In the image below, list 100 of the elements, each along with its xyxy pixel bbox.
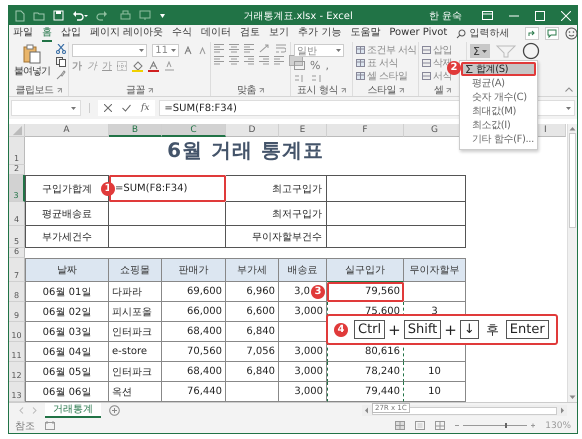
insert-function-button[interactable]: fx [141,103,150,113]
empty-cell[interactable] [109,226,226,248]
column-header[interactable]: B [109,124,162,137]
empty-cell[interactable] [327,226,466,248]
currency-icon[interactable] [294,61,305,70]
row-header[interactable]: 5 [9,226,25,248]
page-break-icon[interactable] [435,421,446,430]
search-field[interactable]: 입력하세 [456,28,516,39]
caret-icon[interactable] [159,12,166,18]
next-sheet-icon[interactable] [32,407,37,414]
normal-view-icon[interactable] [395,421,406,430]
menu-item[interactable]: 최대값(M) [460,104,537,118]
share-icon[interactable] [525,27,540,40]
vertical-scrollbar[interactable] [567,124,577,402]
expand-icon[interactable] [446,88,452,92]
ribbon-tab[interactable]: 페이지 레이아웃 [90,25,164,42]
column-header[interactable]: A [25,124,109,137]
select-all-icon[interactable] [9,124,25,137]
row-header[interactable]: 7 [9,258,25,282]
cancel-icon[interactable] [104,104,112,112]
row-header[interactable]: 2 [9,165,25,175]
row-header[interactable]: 9 [9,302,25,322]
macro-record-icon[interactable] [45,421,55,430]
row-header[interactable]: 6 [9,248,25,258]
scrollbar-thumb[interactable] [569,133,576,228]
ribbon-tab[interactable]: 수식 [172,25,192,42]
column-header[interactable]: E [279,124,327,137]
indent-icon[interactable] [259,56,269,65]
scroll-left-icon[interactable] [364,407,369,414]
fill-color-icon[interactable] [132,60,143,72]
save-icon[interactable] [53,10,64,21]
check-icon[interactable] [122,104,131,112]
scroll-right-icon[interactable] [560,407,565,414]
row-header[interactable]: 11 [9,342,25,362]
font-field[interactable] [72,44,148,57]
add-sheet-icon[interactable] [109,405,120,416]
collapse-ribbon-icon[interactable] [565,87,573,92]
ribbon-tab[interactable]: 파일 [13,25,33,42]
paste-button[interactable]: 붙여넣기 [12,44,52,84]
menu-item[interactable]: 합계(S) [461,62,536,76]
row-header[interactable]: 10 [9,322,25,342]
align-top-icon[interactable] [214,44,224,53]
row-header[interactable]: 1 [9,137,25,165]
empty-cell[interactable] [327,202,466,226]
align-center-icon[interactable] [229,56,239,65]
folder-icon[interactable] [33,10,45,20]
font-color-icon[interactable] [148,60,159,72]
undo-icon[interactable] [72,10,88,21]
sort-filter-icon[interactable] [494,44,517,58]
ribbon-tab[interactable]: Power Pivot [389,26,448,40]
previous-sheet-icon[interactable] [19,407,24,414]
expand-icon[interactable] [56,88,62,92]
expand-icon[interactable] [148,88,153,92]
document-icon[interactable] [15,10,25,22]
wrap-text-icon[interactable] [276,44,286,53]
menu-item[interactable]: 평균(A) [460,76,537,90]
number-style-button[interactable]: % [310,59,320,72]
ribbon-tab[interactable]: 검토 [240,25,260,42]
empty-cell[interactable] [327,175,466,202]
scroll-up-icon[interactable] [569,126,576,131]
print-icon[interactable] [120,10,131,21]
phonetic-icon[interactable] [164,61,175,71]
smiley-icon[interactable] [565,27,578,40]
expand-icon[interactable] [259,88,264,92]
align-right-icon[interactable] [244,56,254,65]
copy-icon[interactable] [56,57,66,67]
ribbon-display-icon[interactable] [482,11,493,20]
ribbon-tab[interactable]: 도움말 [350,25,380,42]
sheet-tab[interactable]: 거래통계 [45,403,101,418]
scroll-down-icon[interactable] [569,395,576,400]
column-header[interactable]: D [226,124,279,137]
border-icon[interactable] [117,61,127,71]
cell-button[interactable]: 삽입 [422,44,463,56]
comment-icon[interactable] [545,27,560,40]
column-header[interactable]: C [162,124,226,137]
empty-cell[interactable] [404,282,466,302]
page-layout-icon[interactable] [415,421,426,430]
align-bottom-icon[interactable] [244,44,254,53]
zoom-slider-icon[interactable] [455,422,536,429]
row-header[interactable]: 12 [9,362,25,382]
font-size-field[interactable]: 11 [152,44,179,57]
scissors-icon[interactable] [56,44,66,54]
number-style-button[interactable]: , [325,59,329,72]
find-icon[interactable] [522,42,540,60]
ribbon-tab[interactable]: 추가 기능 [298,25,342,42]
autosum-button[interactable]: Σ [470,44,490,58]
expand-icon[interactable] [340,88,346,92]
close-icon[interactable] [561,10,571,20]
row-header[interactable]: 3 [9,175,25,202]
align-left-icon[interactable] [214,56,224,65]
ribbon-tab[interactable]: 삽입 [61,25,81,42]
style-button[interactable]: 조건부 서식 [356,44,415,56]
style-button[interactable]: 셀 스타일 [356,70,415,82]
ribbon-tab[interactable]: 보기 [269,25,290,42]
brush-icon[interactable] [56,70,66,80]
column-header[interactable]: F [327,124,404,137]
row-header[interactable]: 13 [9,382,25,402]
row-header[interactable]: 4 [9,202,25,226]
expand-icon[interactable] [398,88,404,92]
outdent-icon[interactable] [274,56,284,65]
